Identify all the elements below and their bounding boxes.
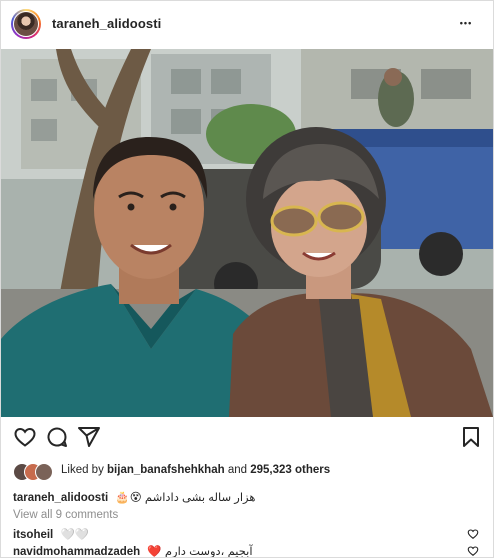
share-icon[interactable] bbox=[77, 425, 101, 449]
like-heart-icon[interactable] bbox=[13, 425, 37, 449]
likes-count[interactable]: 295,323 others bbox=[250, 464, 330, 476]
likes-prefix: Liked by bbox=[61, 464, 108, 476]
avatar[interactable] bbox=[13, 11, 39, 37]
comment-username[interactable]: navidmohammadzadeh bbox=[13, 546, 140, 557]
post-header: taraneh_alidoosti ••• bbox=[1, 1, 493, 49]
post-actions bbox=[1, 425, 493, 457]
caption-text: هزار ساله بشی داداشم 😵🎂 bbox=[115, 492, 256, 504]
comment-row: itsoheil 🤍🤍 bbox=[13, 527, 483, 541]
comment-username[interactable]: itsoheil bbox=[13, 529, 53, 541]
comment-row: navidmohammadzadeh آبجیم ،دوست دارم ❤️ bbox=[13, 544, 483, 558]
liker-avatars bbox=[13, 463, 57, 481]
photo-illustration bbox=[1, 49, 493, 417]
likes-row: Liked by bijan_banafshehkhah and 295,323… bbox=[13, 463, 483, 481]
caption: taraneh_alidoosti هزار ساله بشی داداشم 😵… bbox=[13, 490, 255, 504]
caption-username[interactable]: taraneh_alidoosti bbox=[13, 492, 108, 504]
post-username[interactable]: taraneh_alidoosti bbox=[52, 16, 161, 31]
post-photo[interactable] bbox=[1, 49, 493, 417]
save-bookmark-icon[interactable] bbox=[459, 425, 483, 449]
comment-like-icon[interactable] bbox=[467, 545, 479, 557]
comment-icon[interactable] bbox=[45, 425, 69, 449]
comment-like-icon[interactable] bbox=[467, 528, 479, 540]
likes-and: and bbox=[224, 464, 251, 476]
liker-avatar[interactable] bbox=[35, 463, 53, 481]
more-options-icon[interactable]: ••• bbox=[458, 13, 474, 33]
likes-text: Liked by bijan_banafshehkhah and 295,323… bbox=[61, 464, 330, 476]
comment-text: آبجیم ،دوست دارم ❤️ bbox=[147, 546, 253, 558]
comment-text: 🤍🤍 bbox=[60, 529, 90, 541]
instagram-post: taraneh_alidoosti ••• Liked by bijan_ban… bbox=[0, 0, 494, 558]
story-ring[interactable] bbox=[11, 9, 41, 39]
view-all-comments-link[interactable]: View all 9 comments bbox=[13, 509, 118, 521]
liker-username[interactable]: bijan_banafshehkhah bbox=[107, 464, 225, 476]
